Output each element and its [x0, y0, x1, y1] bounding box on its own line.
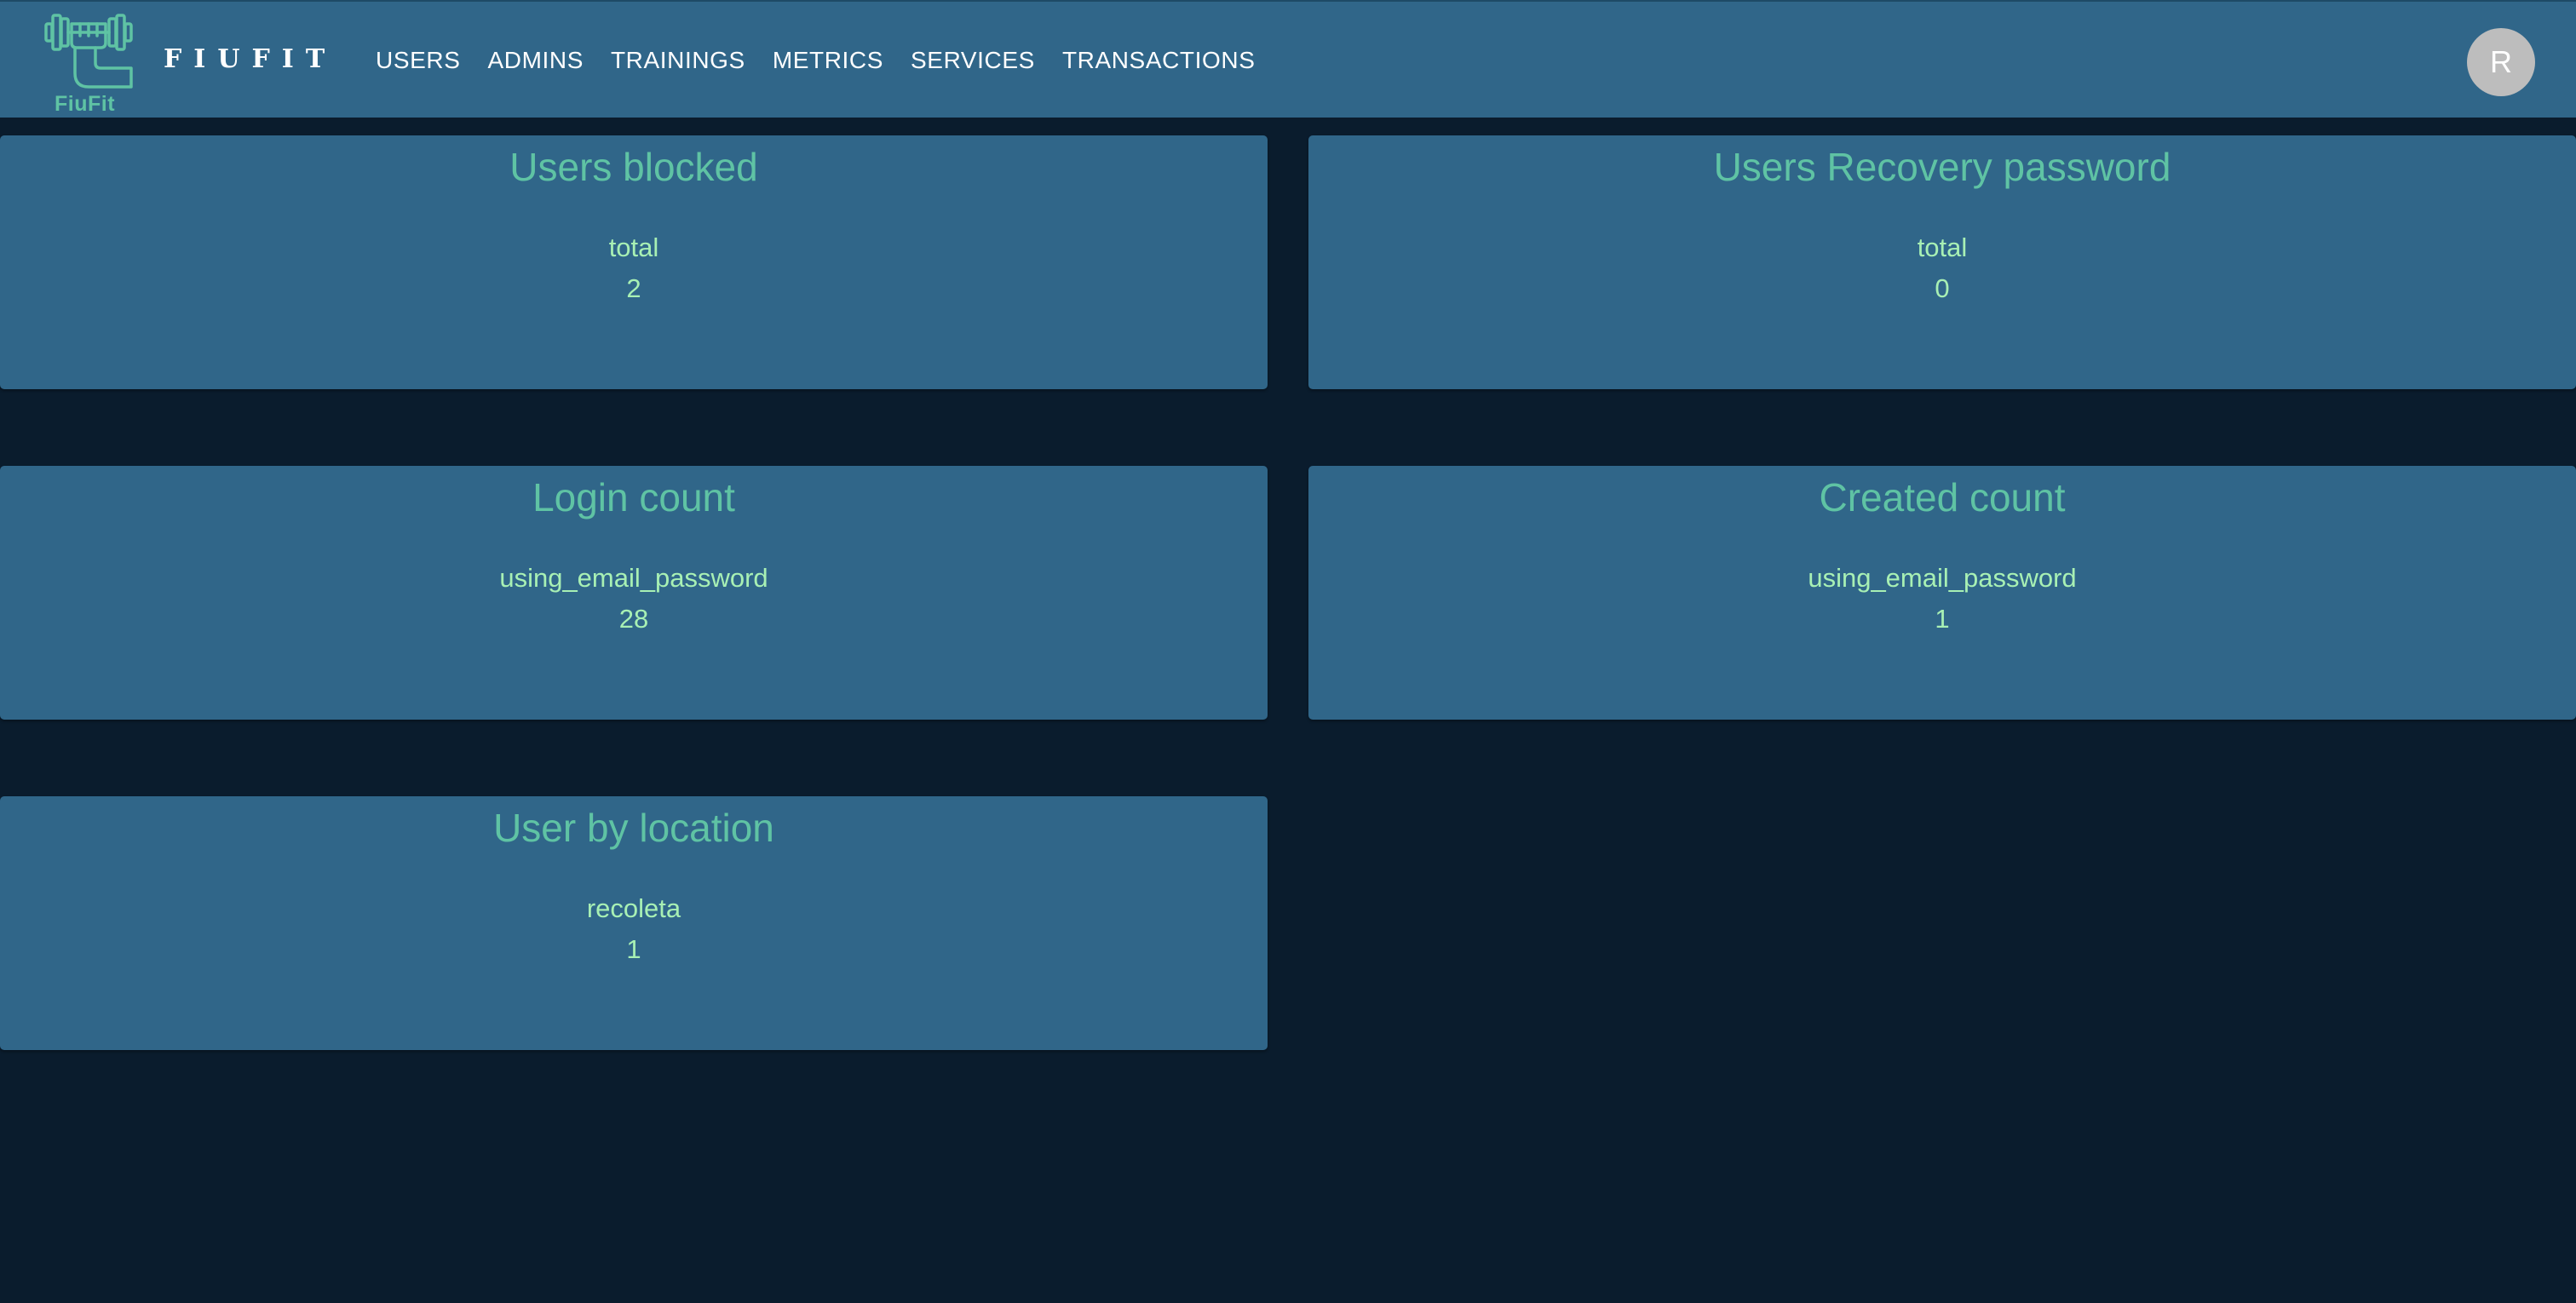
card-title: Users blocked [509, 145, 758, 189]
nav-services[interactable]: SERVICES [897, 47, 1049, 74]
metric-value: 2 [626, 273, 641, 303]
card-title: Users Recovery password [1713, 145, 2171, 189]
card-title: User by location [493, 806, 774, 850]
app-bar: FiuFit FIUFIT USERS ADMINS TRAININGS MET… [0, 0, 2576, 118]
metric-value: 1 [1935, 604, 1950, 634]
metric-card-users-blocked: Users blocked total 2 [0, 135, 1268, 389]
logo-text: FiuFit [55, 92, 116, 116]
user-avatar[interactable]: R [2467, 28, 2535, 96]
metric-label: using_email_password [1808, 563, 2077, 593]
nav-users[interactable]: USERS [362, 47, 474, 74]
metric-card-users-recovery-password: Users Recovery password total 0 [1308, 135, 2576, 389]
metric-value: 0 [1935, 273, 1950, 303]
metric-value: 28 [618, 604, 649, 634]
metric-label: using_email_password [499, 563, 768, 593]
nav-admins[interactable]: ADMINS [474, 47, 597, 74]
brand-title[interactable]: FIUFIT [164, 44, 336, 74]
metric-card-created-count: Created count using_email_password 1 [1308, 466, 2576, 720]
nav-transactions[interactable]: TRANSACTIONS [1049, 47, 1269, 74]
metric-label: total [1917, 232, 1968, 262]
metric-card-user-by-location: User by location recoleta 1 [0, 796, 1268, 1050]
metric-label: total [608, 232, 659, 262]
card-title: Login count [532, 475, 735, 519]
nav-trainings[interactable]: TRAININGS [597, 47, 759, 74]
metric-card-login-count: Login count using_email_password 28 [0, 466, 1268, 720]
fiufit-logo[interactable]: FiuFit [41, 7, 135, 116]
card-title: Created count [1819, 475, 2066, 519]
metric-label: recoleta [586, 893, 681, 923]
nav-metrics[interactable]: METRICS [759, 47, 897, 74]
dumbbell-arm-icon [44, 14, 133, 89]
main-nav: USERS ADMINS TRAININGS METRICS SERVICES … [362, 34, 1269, 87]
metric-value: 1 [626, 934, 641, 964]
